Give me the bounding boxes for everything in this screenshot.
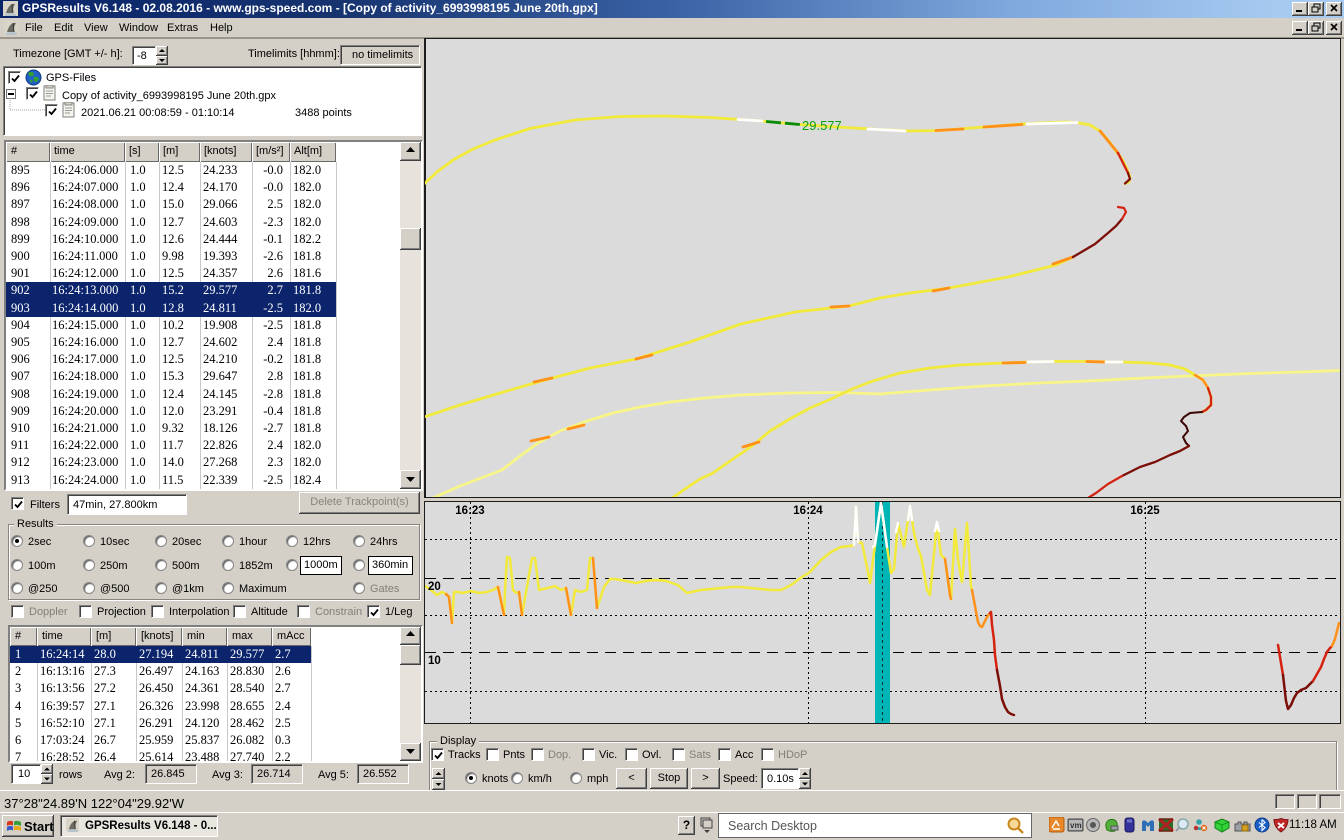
svg-text:16:24: 16:24 bbox=[793, 505, 823, 517]
svg-text:10: 10 bbox=[428, 655, 441, 667]
svg-text:20: 20 bbox=[428, 581, 441, 593]
svg-text:29.577: 29.577 bbox=[802, 118, 842, 133]
svg-text:16:25: 16:25 bbox=[1130, 505, 1160, 517]
svg-text:16:23: 16:23 bbox=[455, 505, 484, 517]
svg-text:vm: vm bbox=[1070, 821, 1082, 830]
